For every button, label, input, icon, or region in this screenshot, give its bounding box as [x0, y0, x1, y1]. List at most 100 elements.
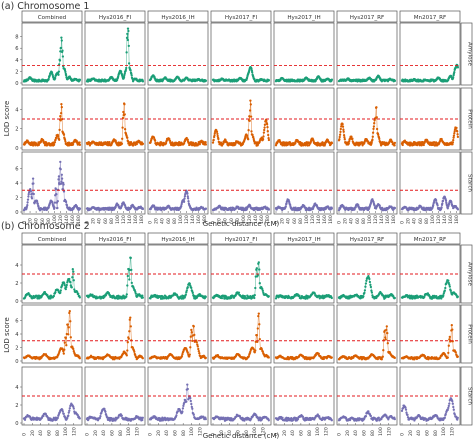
lod-point	[451, 141, 455, 144]
trait-label: Starch	[467, 174, 473, 192]
lod-point	[129, 325, 132, 328]
lod-point	[197, 349, 200, 353]
lod-point	[456, 208, 460, 211]
lod-point	[342, 134, 346, 137]
lod-point	[59, 111, 63, 115]
x-tick-label: 180	[454, 215, 460, 224]
lod-point	[436, 204, 439, 207]
x-tick-label: 80	[361, 218, 367, 224]
lod-point	[64, 73, 68, 77]
chromosome-2-panel: (b) Chromosome 2 Combined Hys2016_FI Hys20…	[1, 221, 473, 440]
facet-strip-label: Combined	[38, 15, 67, 21]
x-tick-label: 60	[103, 218, 109, 224]
x-tick-label: 160	[448, 215, 454, 224]
x-tick-label: 40	[160, 218, 166, 224]
lod-point	[204, 295, 207, 299]
lod-point	[65, 285, 68, 289]
lod-point	[452, 134, 456, 137]
lod-point	[72, 347, 75, 351]
lod-point	[339, 127, 342, 131]
lod-point	[230, 296, 233, 300]
x-tick-label: 100	[430, 215, 436, 224]
lod-point	[257, 312, 260, 315]
lod-point	[65, 283, 68, 287]
lod-point	[211, 141, 215, 144]
x-tick-label: 100	[367, 215, 373, 224]
lod-point	[443, 289, 446, 292]
x-tick-label: 60	[166, 218, 172, 224]
lod-point	[341, 123, 344, 126]
lod-point	[255, 333, 258, 337]
lod-point	[452, 76, 455, 79]
lod-point	[368, 277, 371, 281]
lod-point	[393, 79, 397, 83]
lod-point	[372, 127, 375, 131]
lod-point	[266, 130, 269, 133]
lod-point	[127, 44, 130, 48]
x-tick-label: 20	[406, 218, 412, 224]
lod-point	[249, 103, 252, 106]
lod-point	[125, 51, 128, 54]
lod-point	[108, 141, 111, 144]
x-tick-label: 180	[139, 215, 145, 224]
lod-point	[267, 79, 271, 82]
y-tick-label: 6	[15, 46, 18, 52]
facet-panel	[210, 304, 272, 364]
lod-point	[58, 128, 61, 132]
y-tick-label: 4	[15, 181, 19, 187]
x-tick-label: 80	[298, 218, 304, 224]
lod-point	[189, 335, 192, 338]
x-tick-label: 120	[436, 215, 442, 224]
facet-panel	[84, 151, 146, 215]
lod-point	[192, 325, 195, 328]
lod-point	[59, 289, 62, 292]
lod-point	[51, 200, 54, 204]
lod-point	[127, 337, 130, 340]
lod-point	[253, 296, 256, 300]
x-tick-label: 160	[196, 215, 202, 224]
lod-point	[78, 357, 81, 360]
lod-point	[47, 77, 50, 81]
lod-point	[215, 130, 219, 134]
facet-panel	[147, 151, 209, 215]
x-tick-label: 140	[379, 215, 385, 224]
lod-point	[265, 123, 269, 126]
facet-strip-label: Mn2017_RF	[414, 237, 447, 243]
lod-point	[129, 316, 132, 319]
y-tick-label: 4	[15, 58, 19, 64]
lod-point	[126, 38, 129, 42]
lod-point	[184, 293, 187, 296]
lod-point	[251, 71, 254, 74]
lod-point	[78, 296, 81, 299]
lod-point	[59, 291, 62, 294]
lod-trace	[86, 28, 144, 83]
lod-point	[69, 336, 72, 339]
lod-point	[267, 133, 270, 137]
lod-point	[216, 132, 219, 136]
x-tick-label: 140	[127, 215, 133, 224]
lod-point	[267, 356, 270, 359]
y-tick-label: 0	[15, 359, 18, 365]
lod-point	[213, 134, 216, 137]
lod-point	[330, 356, 333, 359]
lod-point	[190, 328, 193, 332]
lod-point	[248, 109, 252, 112]
lod-point	[129, 256, 132, 260]
facet-strip-label: Hys2017_FI	[225, 237, 258, 243]
lod-point	[130, 268, 133, 272]
lod-point	[343, 138, 346, 141]
lod-point	[247, 129, 250, 132]
lod-point	[204, 143, 208, 146]
lod-point	[338, 138, 341, 141]
lod-point	[129, 69, 132, 72]
lod-point	[261, 138, 265, 141]
lod-point	[125, 354, 128, 357]
lod-point	[204, 79, 208, 82]
lod-point	[198, 352, 201, 355]
lod-point	[62, 352, 65, 355]
lod-point	[126, 136, 129, 139]
lod-point	[330, 207, 334, 210]
x-tick-label: 160	[133, 215, 139, 224]
facet-strip-label: Hys2017_RF	[350, 15, 385, 21]
lod-point	[263, 128, 266, 132]
